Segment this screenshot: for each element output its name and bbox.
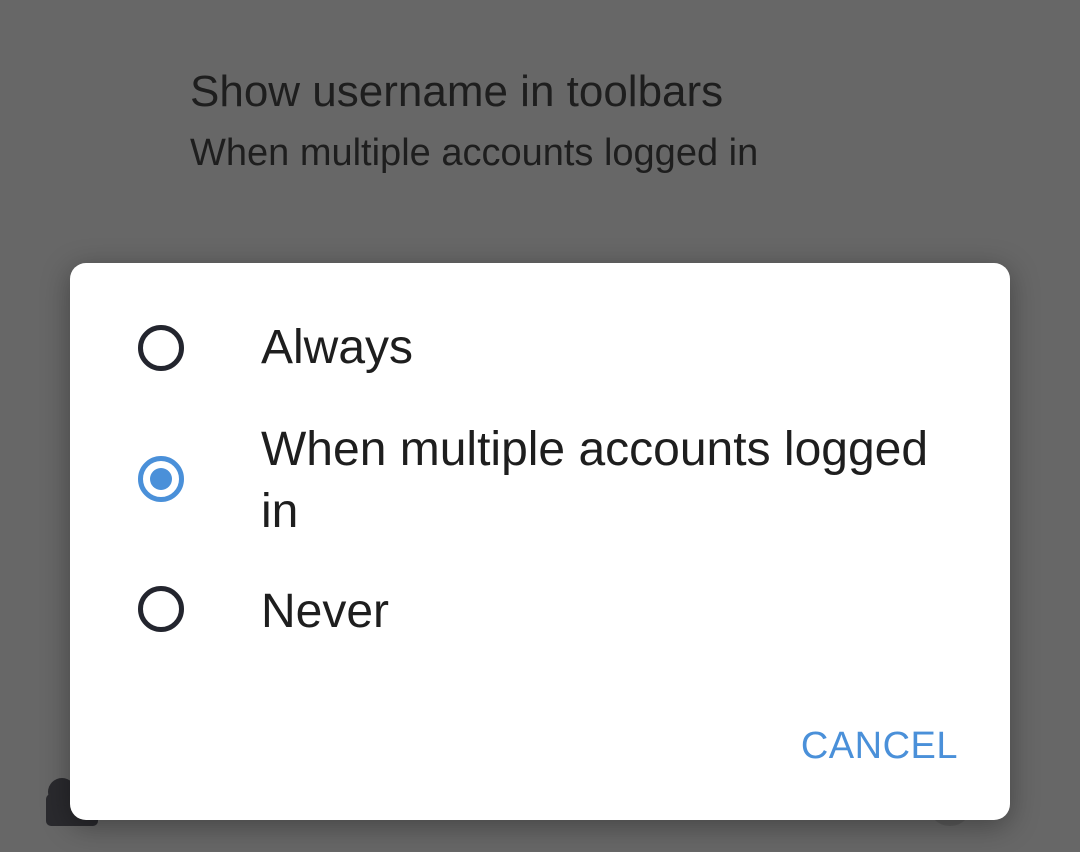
username-visibility-dialog: Always When multiple accounts logged in … <box>70 263 1010 820</box>
option-always[interactable]: Always <box>70 317 1010 379</box>
cancel-button[interactable]: CANCEL <box>801 725 958 768</box>
radio-unchecked-icon[interactable] <box>138 586 184 632</box>
option-label: Never <box>261 585 390 638</box>
option-never[interactable]: Never <box>70 581 1010 643</box>
option-label: When multiple accounts logged in <box>261 423 929 538</box>
option-label: Always <box>261 321 414 374</box>
setting-title: Show username in toolbars <box>190 67 724 116</box>
setting-summary: When multiple accounts logged in <box>190 132 759 174</box>
radio-checked-icon[interactable] <box>138 456 184 502</box>
radio-unchecked-icon[interactable] <box>138 325 184 371</box>
option-when-multiple-accounts[interactable]: When multiple accounts logged in <box>70 419 1010 543</box>
